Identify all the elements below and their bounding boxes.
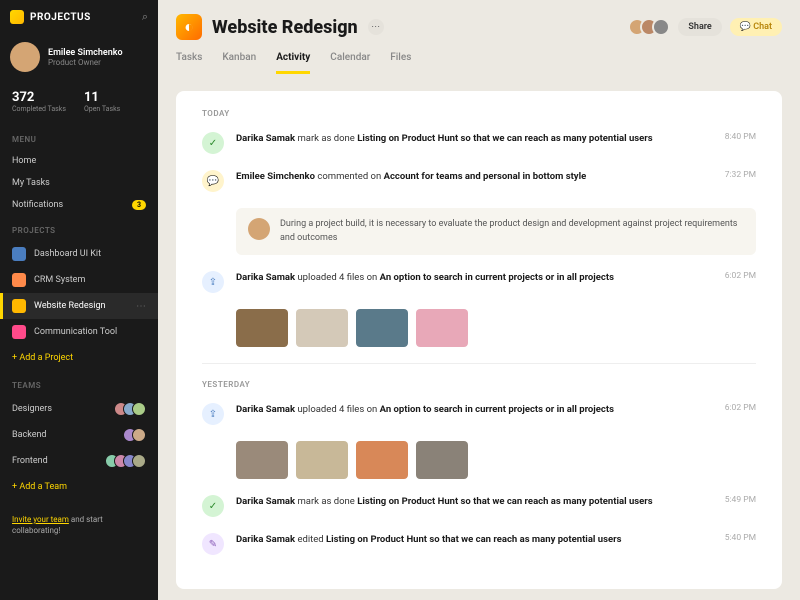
activity-row: 💬 Emilee Simchenko commented on Account f…: [202, 170, 756, 192]
main: ◐ Website Redesign ⋯ Share 💬 Chat Tasks …: [158, 0, 800, 600]
attachment-thumbs: [236, 441, 756, 479]
add-project-button[interactable]: + Add a Project: [0, 345, 158, 371]
tab-activity[interactable]: Activity: [276, 52, 310, 74]
thumbnail[interactable]: [356, 441, 408, 479]
activity-text: Darika Samak mark as done Listing on Pro…: [236, 495, 713, 517]
team-designers[interactable]: Designers: [0, 396, 158, 422]
nav-notifications[interactable]: Notifications3: [0, 194, 158, 216]
activity-text: Darika Samak edited Listing on Product H…: [236, 533, 713, 555]
search-icon[interactable]: ⌕: [142, 10, 148, 24]
edit-icon: ✎: [202, 533, 224, 555]
collaborators[interactable]: [628, 18, 670, 36]
activity-row: ✎ Darika Samak edited Listing on Product …: [202, 533, 756, 555]
thumbnail[interactable]: [356, 309, 408, 347]
project-logo: ◐: [176, 14, 202, 40]
content: TODAY ✓ Darika Samak mark as done Listing…: [158, 75, 800, 600]
activity-time: 6:02 PM: [725, 403, 756, 425]
activity-time: 6:02 PM: [725, 271, 756, 293]
project-icon: [12, 325, 26, 339]
check-icon: ✓: [202, 132, 224, 154]
comment-box: During a project build, it is necessary …: [236, 208, 756, 255]
tab-kanban[interactable]: Kanban: [222, 52, 256, 74]
upload-icon: ⇪: [202, 271, 224, 293]
thumbnail[interactable]: [416, 441, 468, 479]
activity-time: 8:40 PM: [725, 132, 756, 154]
activity-time: 5:40 PM: [725, 533, 756, 555]
activity-row: ✓ Darika Samak mark as done Listing on Pr…: [202, 132, 756, 154]
thumbnail[interactable]: [236, 309, 288, 347]
page-more-button[interactable]: ⋯: [368, 19, 384, 35]
tabs: Tasks Kanban Activity Calendar Files: [176, 52, 782, 75]
stats: 372Completed Tasks 11Open Tasks: [0, 82, 158, 125]
project-icon: [12, 273, 26, 287]
activity-panel: TODAY ✓ Darika Samak mark as done Listing…: [176, 91, 782, 589]
project-communication[interactable]: Communication Tool: [0, 319, 158, 345]
project-dashboard[interactable]: Dashboard UI Kit: [0, 241, 158, 267]
sidebar: PROJECTUS ⌕ Emilee SimchenkoProduct Owne…: [0, 0, 158, 600]
activity-text: Darika Samak mark as done Listing on Pro…: [236, 132, 713, 154]
add-team-button[interactable]: + Add a Team: [0, 474, 158, 500]
header: ◐ Website Redesign ⋯ Share 💬 Chat Tasks …: [158, 0, 800, 75]
menu-header: MENU: [0, 125, 158, 150]
avatar: [248, 218, 270, 240]
section-today: TODAY: [202, 109, 756, 118]
more-icon[interactable]: ⋯: [136, 301, 146, 312]
invite-cta[interactable]: Invite your team and start collaborating…: [0, 500, 158, 550]
share-button[interactable]: Share: [678, 18, 721, 36]
user-profile[interactable]: Emilee SimchenkoProduct Owner: [0, 32, 158, 82]
project-icon: [12, 299, 26, 313]
page-title: Website Redesign: [212, 17, 358, 38]
project-icon: [12, 247, 26, 261]
tab-tasks[interactable]: Tasks: [176, 52, 202, 74]
project-website-redesign[interactable]: Website Redesign⋯: [0, 293, 158, 319]
project-crm[interactable]: CRM System: [0, 267, 158, 293]
teams-header: TEAMS: [0, 371, 158, 396]
tab-calendar[interactable]: Calendar: [330, 52, 370, 74]
activity-row: ⇪ Darika Samak uploaded 4 files on An opt…: [202, 403, 756, 425]
activity-row: ⇪ Darika Samak uploaded 4 files on An opt…: [202, 271, 756, 293]
notif-badge: 3: [132, 200, 146, 210]
upload-icon: ⇪: [202, 403, 224, 425]
thumbnail[interactable]: [416, 309, 468, 347]
chat-button[interactable]: 💬 Chat: [730, 18, 782, 36]
nav-home[interactable]: Home: [0, 150, 158, 172]
projects-header: PROJECTS: [0, 216, 158, 241]
activity-time: 7:32 PM: [725, 170, 756, 192]
thumbnail[interactable]: [296, 441, 348, 479]
avatar: [10, 42, 40, 72]
activity-text: Darika Samak uploaded 4 files on An opti…: [236, 403, 713, 425]
thumbnail[interactable]: [236, 441, 288, 479]
activity-time: 5:49 PM: [725, 495, 756, 517]
attachment-thumbs: [236, 309, 756, 347]
section-yesterday: YESTERDAY: [202, 380, 756, 389]
tab-files[interactable]: Files: [390, 52, 411, 74]
activity-text: Emilee Simchenko commented on Account fo…: [236, 170, 713, 192]
activity-row: ✓ Darika Samak mark as done Listing on Pr…: [202, 495, 756, 517]
team-backend[interactable]: Backend: [0, 422, 158, 448]
nav-my-tasks[interactable]: My Tasks: [0, 172, 158, 194]
team-frontend[interactable]: Frontend: [0, 448, 158, 474]
logo[interactable]: PROJECTUS: [10, 10, 91, 24]
activity-text: Darika Samak uploaded 4 files on An opti…: [236, 271, 713, 293]
check-icon: ✓: [202, 495, 224, 517]
thumbnail[interactable]: [296, 309, 348, 347]
comment-icon: 💬: [202, 170, 224, 192]
